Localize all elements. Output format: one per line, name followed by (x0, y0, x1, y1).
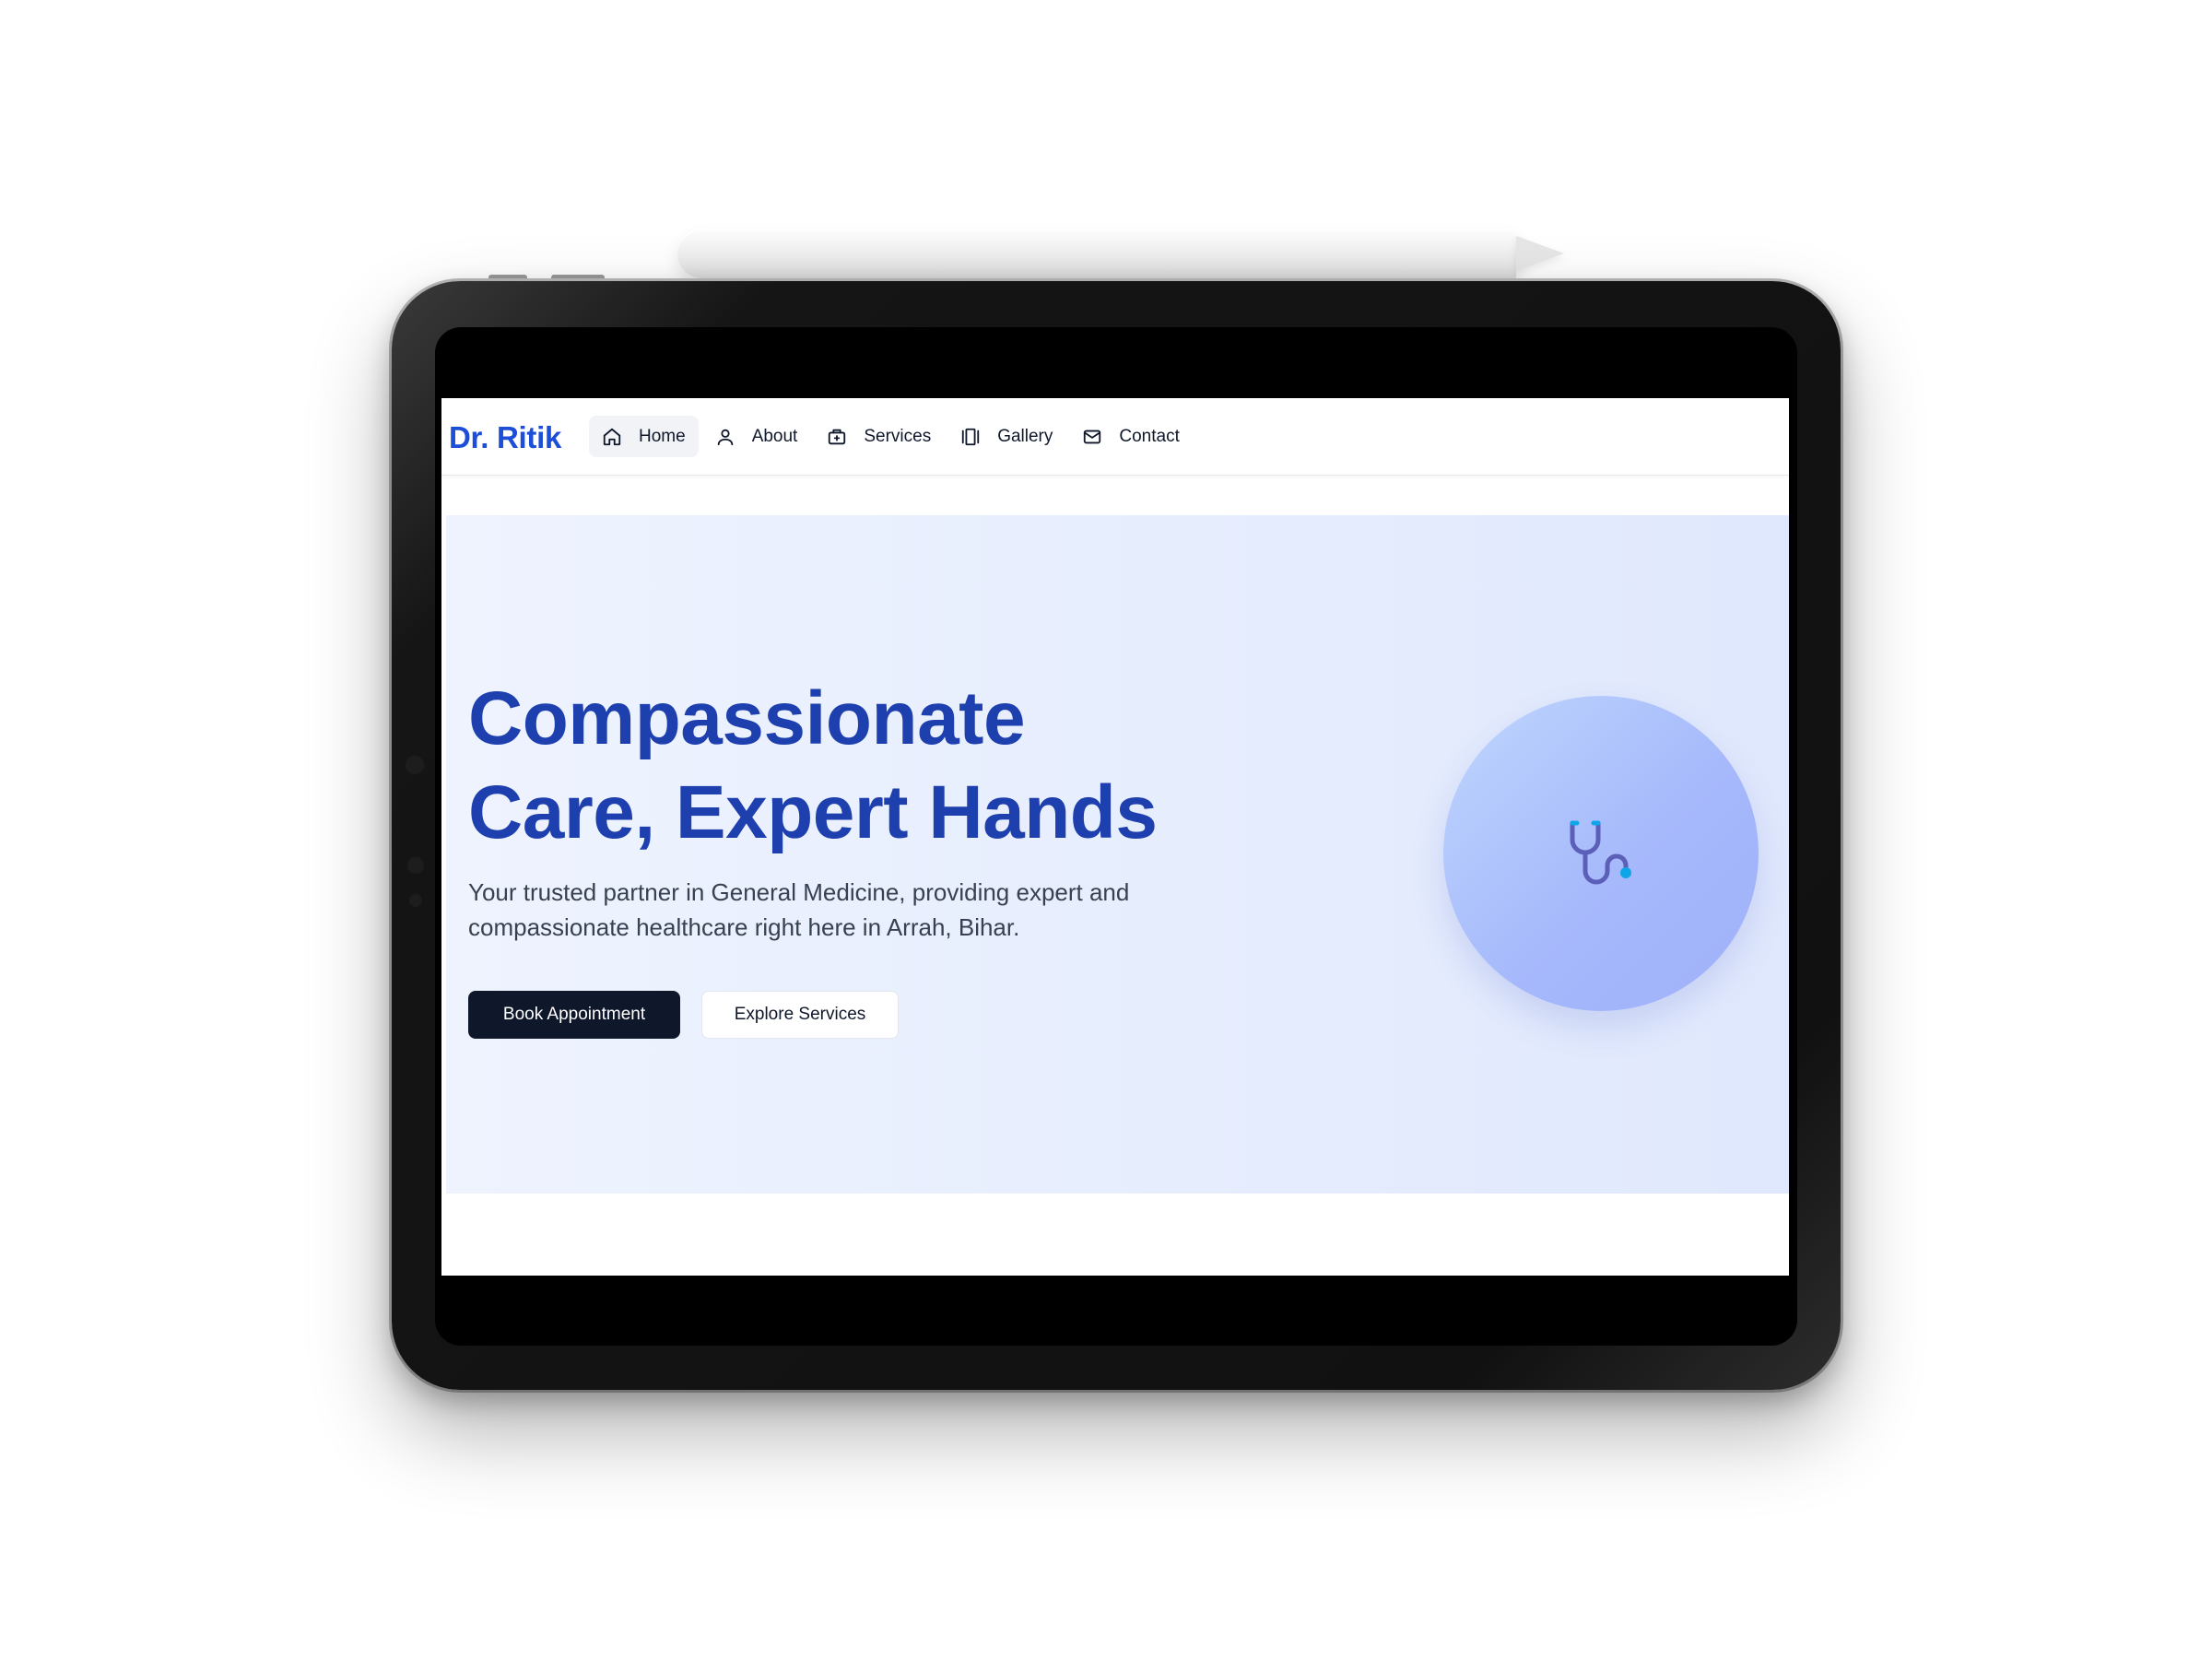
home-icon (603, 428, 621, 445)
stethoscope-icon (1570, 820, 1631, 885)
nav-item-services[interactable]: Services (814, 416, 944, 457)
nav-label: Home (639, 426, 686, 446)
nav-label: Gallery (997, 426, 1053, 446)
apple-pencil (677, 229, 1516, 278)
gallery-icon (962, 428, 980, 445)
nav-label: Contact (1119, 426, 1180, 446)
nav-label: About (751, 426, 798, 446)
mail-icon (1084, 429, 1101, 443)
apple-pencil-tip (1516, 236, 1564, 271)
navbar: Dr. Ritik Home About Services Gallery Co… (441, 398, 1789, 476)
nav-menu: Home About Services Gallery Contact (589, 416, 1196, 457)
hero-illustration (1443, 696, 1759, 1011)
nav-item-about[interactable]: About (702, 416, 811, 457)
explore-services-button[interactable]: Explore Services (701, 991, 899, 1039)
nav-label: Services (864, 426, 932, 446)
book-appointment-button[interactable]: Book Appointment (468, 991, 680, 1039)
sensor-dot (409, 894, 422, 907)
screen-bezel: Dr. Ritik Home About Services Gallery Co… (435, 327, 1797, 1346)
sensor-dot (407, 857, 424, 874)
nav-item-contact[interactable]: Contact (1069, 416, 1192, 457)
user-icon (717, 429, 733, 445)
hero-subtitle: Your trusted partner in General Medicine… (468, 878, 1130, 941)
hero-section: Compassionate Care, Expert Hands Your tr… (446, 515, 1789, 1194)
tablet-device: Dr. Ritik Home About Services Gallery Co… (392, 281, 1841, 1390)
camera-dot (406, 756, 424, 774)
hero-title-line: Compassionate (468, 677, 1026, 760)
nav-item-gallery[interactable]: Gallery (947, 416, 1065, 457)
hero-title-line: Care, Expert Hands (468, 771, 1158, 854)
nav-item-home[interactable]: Home (589, 416, 699, 457)
briefcase-medical-icon (829, 429, 846, 444)
browser-viewport: Dr. Ritik Home About Services Gallery Co… (441, 398, 1789, 1276)
hero-title: Compassionate Care, Expert Hands (468, 672, 1298, 860)
site-logo[interactable]: Dr. Ritik (449, 420, 561, 455)
